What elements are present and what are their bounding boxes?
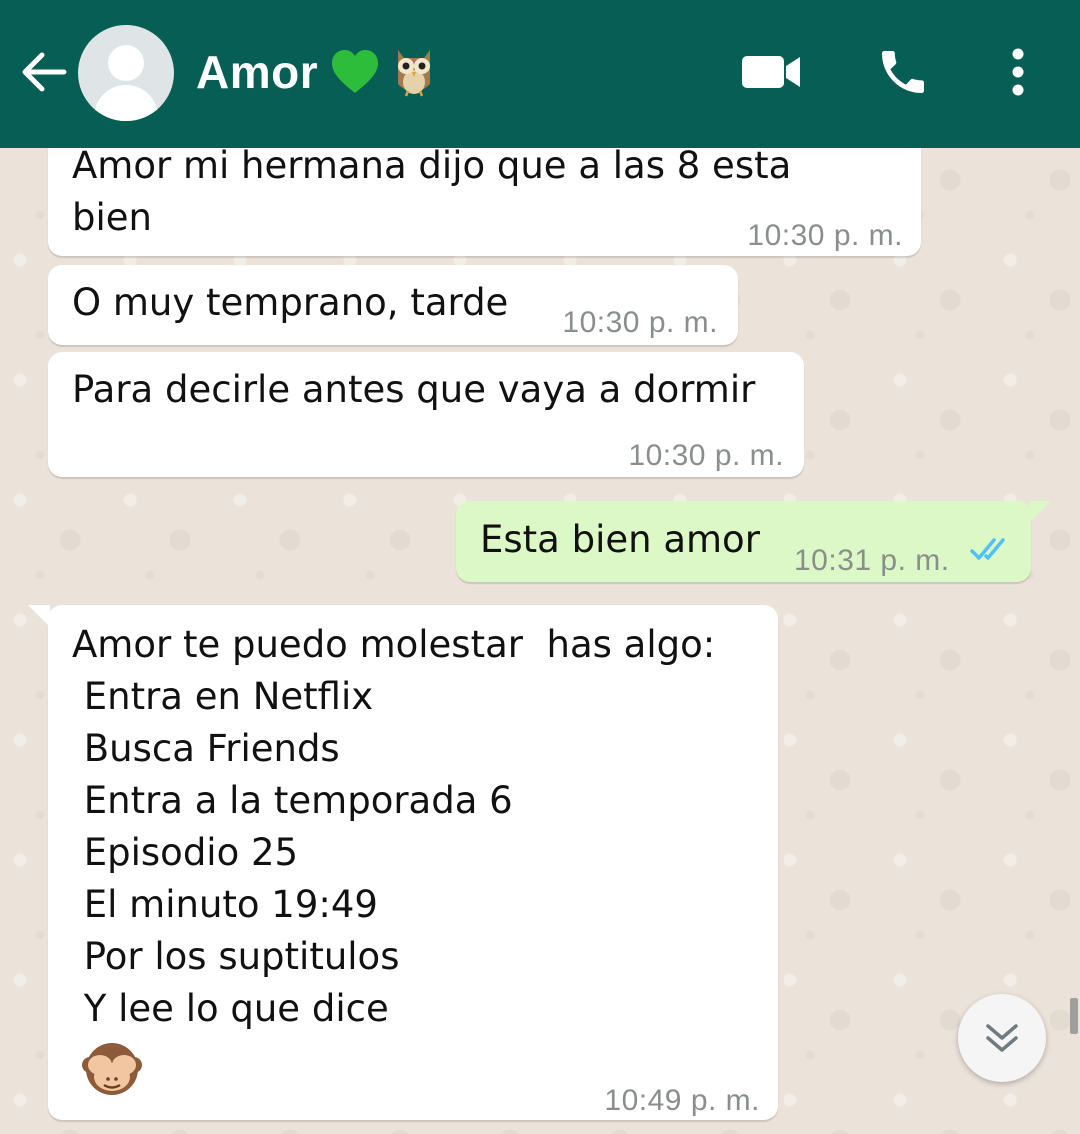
chat-header: Amor	[0, 0, 1080, 148]
owl-icon	[398, 50, 431, 97]
scroll-to-bottom-button[interactable]	[958, 994, 1046, 1082]
message-bubble-outgoing[interactable]: Esta bien amor 10:31 p. m.	[456, 501, 1051, 582]
message-time: 10:30 p. m.	[562, 306, 718, 339]
message-bubble-incoming[interactable]: Para decirle antes que vaya a dormir 10:…	[48, 352, 804, 477]
message-bubble-incoming[interactable]: Amor te puedo molestar has algo: Entra e…	[28, 605, 778, 1120]
avatar-head	[108, 45, 144, 81]
see-no-evil-monkey-icon	[82, 1043, 142, 1095]
avatar[interactable]	[78, 25, 174, 121]
bubble-tail	[28, 605, 50, 627]
double-chevron-down-icon	[986, 1024, 1018, 1052]
chat-area: Amor mi hermana dijo que a las 8 esta bi…	[0, 0, 1080, 1134]
green-heart-icon	[332, 50, 379, 93]
message-time: 10:30 p. m.	[628, 439, 784, 472]
bubble-tail	[1029, 501, 1051, 523]
message-text: O muy temprano, tarde	[72, 281, 509, 324]
more-vertical-icon	[1012, 48, 1024, 96]
message-time: 10:49 p. m.	[604, 1084, 760, 1117]
double-check-icon	[970, 538, 1005, 560]
message-time: 10:30 p. m.	[747, 219, 903, 252]
contact-name: Amor	[196, 46, 319, 98]
contact-title[interactable]: Amor	[196, 40, 436, 104]
scrollbar-thumb[interactable]	[1070, 998, 1078, 1034]
message-text: Para decirle antes que vaya a dormir	[72, 368, 756, 411]
video-camera-icon	[742, 56, 800, 88]
back-button[interactable]	[18, 46, 70, 98]
phone-icon	[882, 51, 924, 93]
message-bubble-incoming[interactable]: Amor mi hermana dijo que a las 8 esta bi…	[48, 132, 921, 256]
message-text: Amor te puedo molestar has algo: Entra e…	[72, 623, 716, 1030]
message-time: 10:31 p. m.	[794, 544, 950, 577]
avatar-body	[94, 85, 158, 121]
message-bubble-incoming[interactable]: O muy temprano, tarde 10:30 p. m.	[48, 265, 738, 345]
message-text: Amor mi hermana dijo que a las 8 esta bi…	[72, 144, 792, 239]
video-call-button[interactable]	[740, 50, 802, 94]
voice-call-button[interactable]	[874, 44, 932, 100]
message-text: Esta bien amor	[480, 518, 760, 561]
arrow-left-icon	[22, 52, 67, 92]
more-options-button[interactable]	[1000, 46, 1036, 98]
